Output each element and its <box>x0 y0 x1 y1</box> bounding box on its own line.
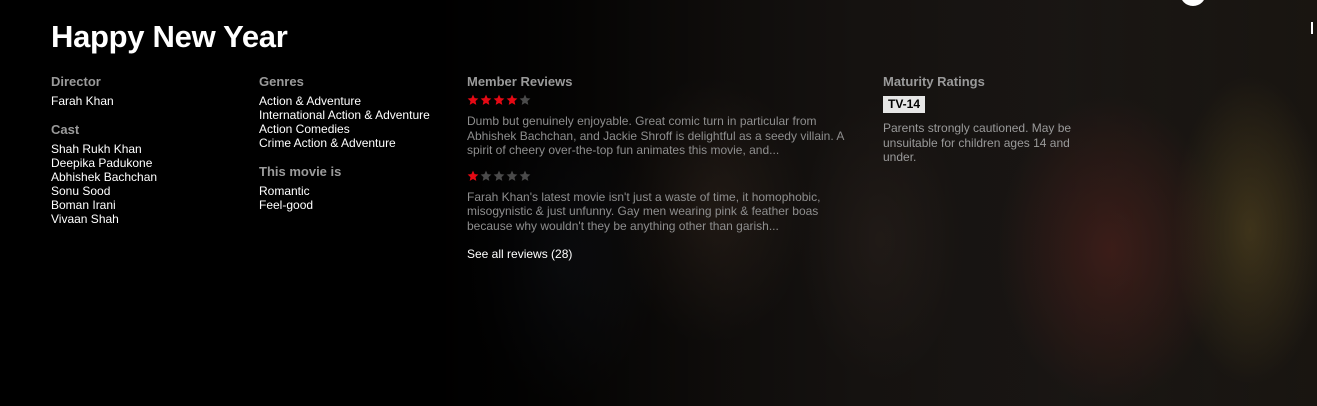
review-text: Farah Khan's latest movie isn't just a w… <box>467 189 821 233</box>
movie-tag[interactable]: Feel-good <box>259 198 459 212</box>
star-filled-icon <box>467 94 479 106</box>
credits-column: Director Farah Khan Cast Shah Rukh Khan … <box>51 74 241 226</box>
reviews-label: Member Reviews <box>467 74 573 89</box>
cast-member[interactable]: Abhishek Bachchan <box>51 170 241 184</box>
review-item: Farah Khan's latest movie isn't just a w… <box>467 170 862 234</box>
star-filled-icon <box>467 170 479 182</box>
edge-control-partial[interactable] <box>1311 22 1317 34</box>
star-empty-icon <box>480 170 492 182</box>
reviews-column: Member Reviews Dumb but genuinely enjoya… <box>467 74 862 263</box>
review-text: Dumb but genuinely enjoyable. Great comi… <box>467 114 844 157</box>
genre-item[interactable]: Action Comedies <box>259 122 459 136</box>
star-empty-icon <box>506 170 518 182</box>
star-filled-icon <box>506 94 518 106</box>
star-rating <box>467 94 862 108</box>
movie-tag[interactable]: Romantic <box>259 184 459 198</box>
maturity-label: Maturity Ratings <box>883 74 985 89</box>
genre-item[interactable]: Action & Adventure <box>259 94 459 108</box>
genre-item[interactable]: International Action & Adventure <box>259 108 459 122</box>
genres-column: Genres Action & Adventure International … <box>259 74 459 212</box>
cast-member[interactable]: Vivaan Shah <box>51 212 241 226</box>
genre-item[interactable]: Crime Action & Adventure <box>259 136 459 150</box>
cast-member[interactable]: Deepika Padukone <box>51 156 241 170</box>
star-rating <box>467 170 862 184</box>
see-all-reviews-link[interactable]: See all reviews (28) <box>467 247 572 261</box>
maturity-rating-badge: TV-14 <box>883 96 926 113</box>
cast-list: Shah Rukh Khan Deepika Padukone Abhishek… <box>51 142 241 226</box>
director-list: Farah Khan <box>51 94 241 108</box>
cast-label: Cast <box>51 122 80 137</box>
cast-member[interactable]: Sonu Sood <box>51 184 241 198</box>
director-label: Director <box>51 74 101 89</box>
director-name[interactable]: Farah Khan <box>51 94 241 108</box>
star-filled-icon <box>480 94 492 106</box>
movie-tags-label: This movie is <box>259 164 342 179</box>
movie-title: Happy New Year <box>51 19 288 54</box>
maturity-column: Maturity Ratings TV-14 Parents strongly … <box>883 74 1083 165</box>
cast-member[interactable]: Boman Irani <box>51 198 241 212</box>
genres-list: Action & Adventure International Action … <box>259 94 459 150</box>
maturity-description: Parents strongly cautioned. May be unsui… <box>883 121 1072 164</box>
star-empty-icon <box>519 170 531 182</box>
movie-tags-list: Romantic Feel-good <box>259 184 459 212</box>
star-empty-icon <box>493 170 505 182</box>
genres-label: Genres <box>259 74 304 89</box>
review-item: Dumb but genuinely enjoyable. Great comi… <box>467 94 862 158</box>
cast-member[interactable]: Shah Rukh Khan <box>51 142 241 156</box>
star-filled-icon <box>493 94 505 106</box>
star-empty-icon <box>519 94 531 106</box>
